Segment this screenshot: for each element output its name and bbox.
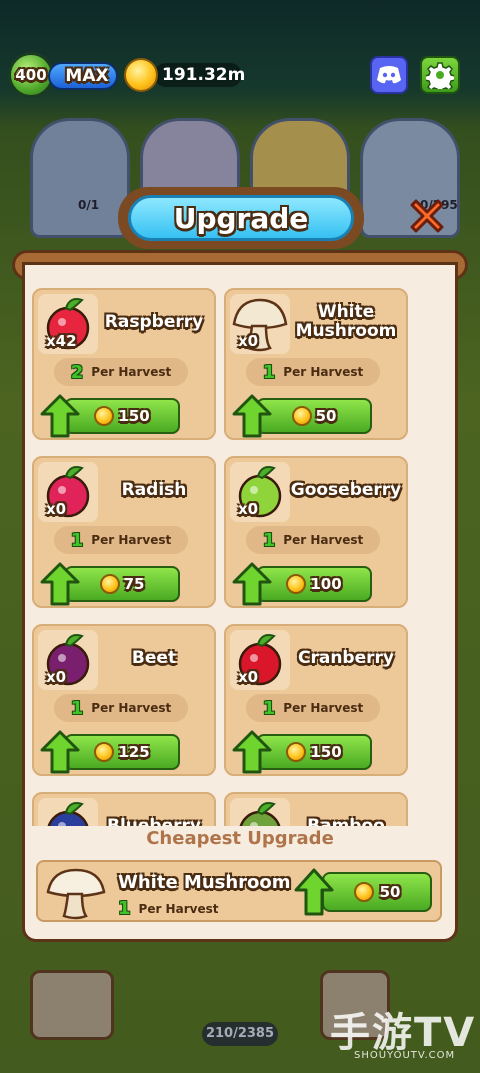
coin-icon [286,574,307,594]
crop-owned-count: x0 [238,668,259,686]
close-button[interactable] [404,194,450,238]
gear-icon [426,62,454,89]
watermark-url: SHOUYOUTV.COM [354,1050,456,1061]
crop-icon-frame [38,798,98,826]
crop-card-cranberry: x0 Cranberry 1 Per Harvest 150 [224,624,408,776]
per-harvest-value: 2 [70,361,84,383]
upgrade-arrow-icon [294,868,334,916]
max-level-pill: MAX [48,62,118,90]
crop-upgrade-price: 50 [315,407,337,425]
crop-name: Cranberry [298,647,394,668]
crop-upgrade-button[interactable]: 50 [256,398,372,434]
per-harvest-label: Per Harvest [283,701,364,715]
crop-name: Raspberry [104,311,204,332]
coin-icon [124,58,158,92]
cheapest-upgrade-row: White Mushroom 1 Per Harvest 50 [36,860,442,922]
per-harvest-pill: 1 Per Harvest [246,526,380,554]
coin-icon [286,742,307,762]
per-harvest-value: 1 [262,361,276,383]
per-harvest-value: 1 [262,697,276,719]
crop-icon-frame [230,798,290,826]
crop-upgrade-price: 125 [118,743,150,761]
mushroom-icon [44,866,108,920]
crop-owned-count: x42 [46,332,77,350]
discord-button[interactable] [370,56,408,94]
upgrade-arrow-icon [232,394,272,438]
crop-card-beet: x0 Beet 1 Per Harvest 125 [32,624,216,776]
settings-button[interactable] [420,56,460,94]
cheapest-crop-name: White Mushroom [118,872,291,893]
upgrade-arrow-icon [40,394,80,438]
crop-owned-count: x0 [46,500,67,518]
cheapest-per-harvest: 1 Per Harvest [118,898,218,919]
crop-upgrade-button[interactable]: 75 [64,566,180,602]
crop-card-bamboo: BambooPer Harvest [224,792,408,826]
per-harvest-label: Per Harvest [283,533,364,547]
cheapest-price: 50 [379,883,401,901]
crop-owned-count: x0 [238,332,259,350]
per-harvest-pill: 1 Per Harvest [246,694,380,722]
per-harvest-pill: 1 Per Harvest [54,526,188,554]
cheapest-per-harvest-label: Per Harvest [138,901,219,916]
coin-amount: 191.32m [154,63,245,87]
crop-card-radish: x0 Radish 1 Per Harvest 75 [32,456,216,608]
upgrade-arrow-icon [232,730,272,774]
upgrade-arrow-icon [232,562,272,606]
crop-upgrade-price: 75 [123,575,145,593]
per-harvest-label: Per Harvest [91,701,172,715]
crop-name: Gooseberry [290,479,402,500]
coin-balance: 191.32m [124,58,245,92]
per-harvest-value: 1 [70,529,84,551]
cheapest-upgrade-title: Cheapest Upgrade [146,828,334,849]
crop-owned-count: x0 [238,500,259,518]
coin-icon [94,742,115,762]
coin-icon [291,406,312,426]
per-harvest-pill: 1 Per Harvest [54,694,188,722]
bamboo-icon [230,798,290,826]
cheapest-buy-button[interactable]: 50 [322,872,432,912]
per-harvest-label: Per Harvest [91,533,172,547]
crop-name: Blueberry [107,815,201,826]
cheapest-per-harvest-value: 1 [118,898,131,919]
crop-name: Beet [131,647,177,668]
crop-card-raspberry: x42 Raspberry 2 Per Harvest 150 [32,288,216,440]
upgrade-arrow-icon [40,730,80,774]
crop-upgrade-grid[interactable]: x42 Raspberry 2 Per Harvest 150 x0 White Mushr… [32,282,448,826]
crop-name: White Mushroom [295,302,397,341]
coin-icon [353,882,374,902]
coin-icon [99,574,120,594]
per-harvest-value: 1 [262,529,276,551]
crop-name: Radish [121,479,187,500]
crop-card-gooseberry: x0 Gooseberry 1 Per Harvest 100 [224,456,408,608]
per-harvest-label: Per Harvest [283,365,364,379]
crop-owned-count: x0 [46,668,67,686]
crop-upgrade-button[interactable]: 150 [256,734,372,770]
discord-icon [377,66,401,84]
coin-icon [94,406,115,426]
crop-name: Bamboo [307,815,385,826]
crop-upgrade-price: 100 [310,575,342,593]
dialog-title: Upgrade [128,195,354,241]
blueberry-icon [38,798,98,826]
crop-card-blueberry: BlueberryPer Harvest [32,792,216,826]
per-harvest-label: Per Harvest [91,365,172,379]
upgrade-arrow-icon [40,562,80,606]
crop-upgrade-price: 150 [310,743,342,761]
per-harvest-pill: 2 Per Harvest [54,358,188,386]
close-x-icon [410,199,444,233]
per-harvest-pill: 1 Per Harvest [246,358,380,386]
per-harvest-value: 1 [70,697,84,719]
crop-upgrade-button[interactable]: 125 [64,734,180,770]
crop-upgrade-button[interactable]: 100 [256,566,372,602]
crop-upgrade-price: 150 [118,407,150,425]
crop-upgrade-button[interactable]: 150 [64,398,180,434]
crop-card-white-mushroom: x0 White Mushroom 1 Per Harvest 50 [224,288,408,440]
